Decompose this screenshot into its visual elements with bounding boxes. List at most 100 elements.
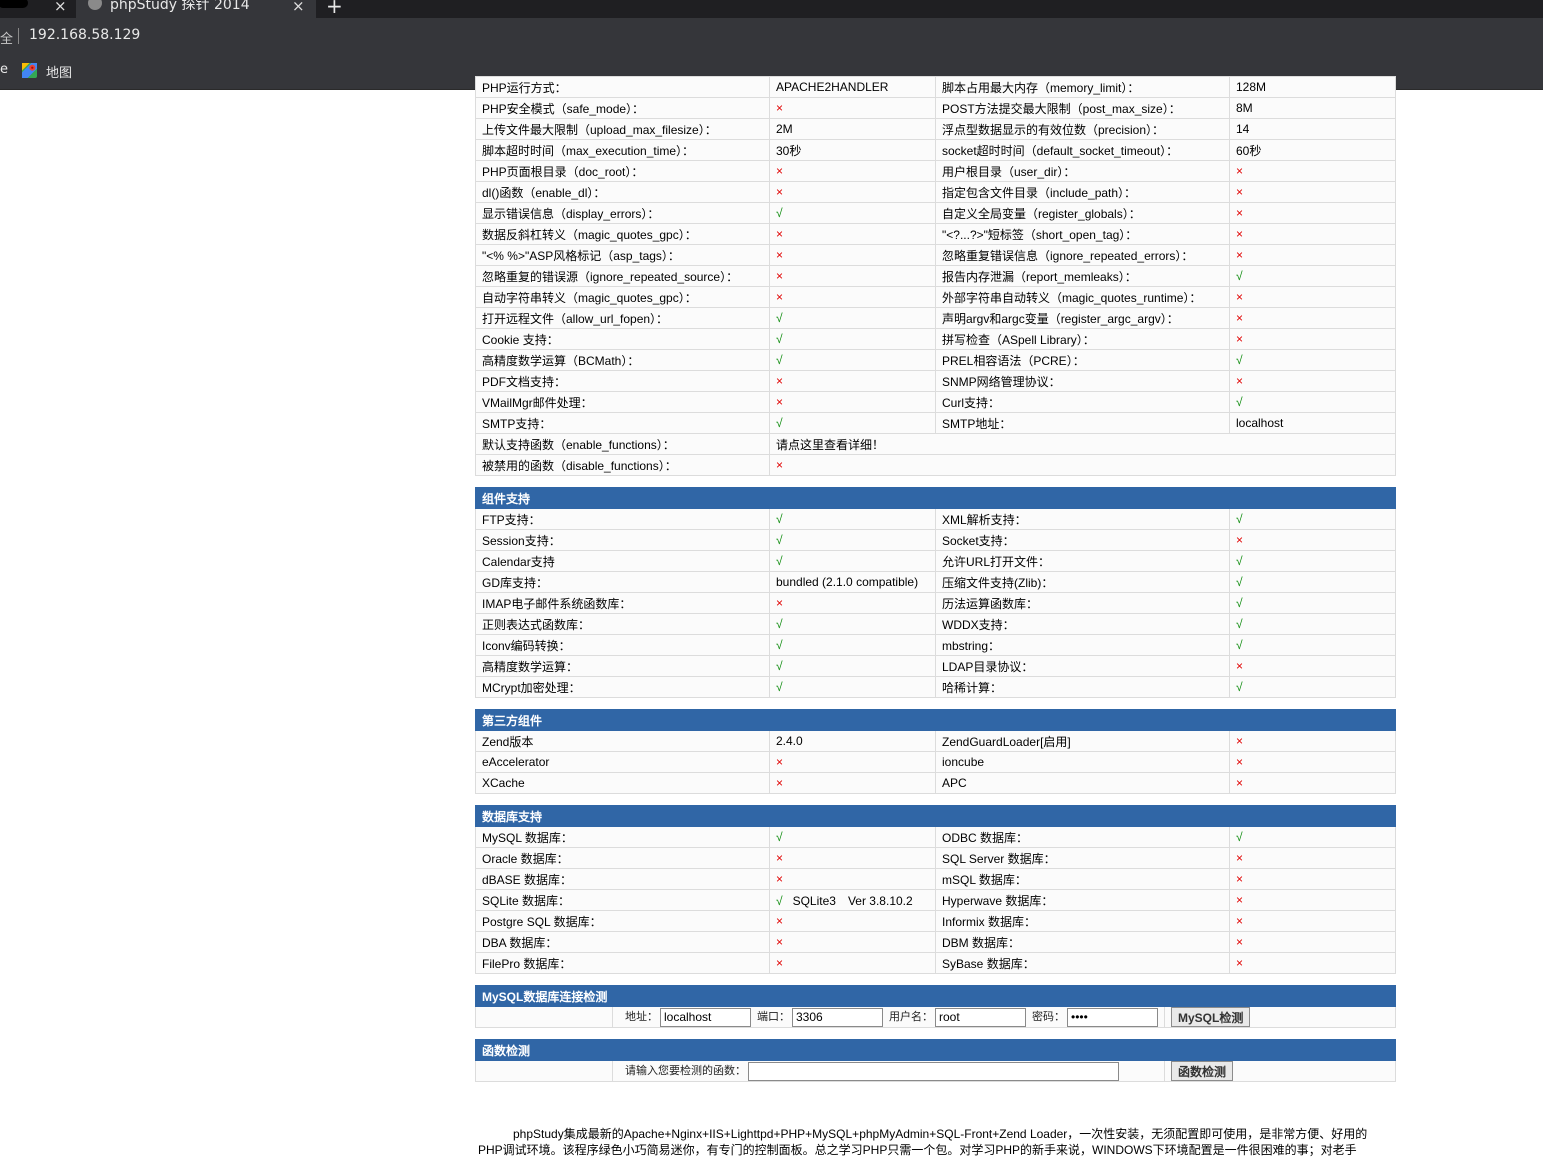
table-row: PHP安全模式（safe_mode）： × POST方法提交最大限制（post_ma… [475, 97, 1396, 119]
label-cell: MySQL 数据库： [475, 826, 770, 848]
label-cell: 外部字符串自动转义（magic_quotes_runtime）： [935, 286, 1230, 308]
value-cell: √ [1228, 613, 1397, 635]
address-bar[interactable]: 全 192.168.58.129 [0, 18, 1543, 54]
label-cell: 脚本超时时间（max_execution_time）： [475, 139, 770, 161]
function-check-button[interactable]: 函数检测 [1171, 1061, 1234, 1081]
browser-tab-active[interactable]: phpStudy 探针 2014 × [76, 0, 316, 18]
label-cell: IMAP电子邮件系统函数库： [475, 592, 770, 614]
value-cell: × [1228, 529, 1397, 551]
table-row: Session支持： √ Socket支持： × [475, 529, 1397, 551]
label-cell: 高精度数学运算： [475, 655, 770, 677]
label-cell: "<?...?>"短标签（short_open_tag）： [935, 223, 1230, 245]
label-cell: SQL Server 数据库： [935, 847, 1230, 869]
table-row: 高精度数学运算（BCMath）： √ PREL相容语法（PCRE）： √ [475, 349, 1396, 371]
value-cell: √ [1228, 550, 1397, 572]
mysql-check-table: MySQL数据库连接检测 地址： 端口： 用户名： 密码： MySQL检测 [474, 985, 1397, 1028]
table-row: 显示错误信息（display_errors）： √ 自定义全局变量（register… [475, 202, 1396, 224]
label-cell: Calendar支持 [475, 550, 770, 572]
url-text[interactable]: 192.168.58.129 [29, 27, 140, 43]
value-cell: √ [1229, 349, 1396, 371]
section-title-database: 数据库支持 [474, 805, 1397, 827]
label-cell: 脚本占用最大内存（memory_limit）： [935, 76, 1230, 98]
table-row: Postgre SQL 数据库： × Informix 数据库： × [475, 910, 1397, 932]
mysql-check-button[interactable]: MySQL检测 [1171, 1007, 1251, 1027]
value-cell: × [769, 772, 936, 794]
label-cell: PDF文档支持： [475, 370, 770, 392]
label-cell: mbstring： [935, 634, 1230, 656]
table-row: DBA 数据库： × DBM 数据库： × [475, 931, 1397, 953]
divider [18, 28, 19, 44]
label-cell: 正则表达式函数库： [475, 613, 770, 635]
empty-cell [475, 1060, 613, 1082]
label-cell: FilePro 数据库： [475, 952, 770, 974]
value-cell: √ [1229, 391, 1396, 413]
username-input[interactable] [935, 1007, 1026, 1027]
label-cell: 默认支持函数（enable_functions）： [475, 433, 770, 455]
sqlite-version: SQLite3 Ver 3.8.10.2 [792, 893, 913, 908]
label-cell: 用户根目录（user_dir）： [935, 160, 1230, 182]
components-table: 组件支持 FTP支持： √ XML解析支持： √ Session支持： √ Socket支持… [474, 487, 1397, 698]
section-title-mysql-check: MySQL数据库连接检测 [474, 985, 1397, 1007]
maps-icon [22, 63, 37, 78]
host-input[interactable] [660, 1007, 751, 1027]
label-cell: 自定义全局变量（register_globals）： [935, 202, 1230, 224]
bookmark-maps[interactable]: 地图 [46, 62, 72, 81]
table-row: 打开远程文件（allow_url_fopen）： √ 声明argv和argc变量（r… [475, 307, 1396, 329]
new-tab-button[interactable]: + [326, 0, 343, 18]
label-cell: XML解析支持： [935, 508, 1230, 530]
label-cell: Zend版本 [475, 730, 770, 752]
security-indicator[interactable]: 全 [0, 28, 13, 47]
table-row: dBASE 数据库： × mSQL 数据库： × [475, 868, 1397, 890]
value-cell: √ [1228, 826, 1397, 848]
label-cell: 声明argv和argc变量（register_argc_argv）： [935, 307, 1230, 329]
table-row: PHP页面根目录（doc_root）： × 用户根目录（user_dir）： × [475, 160, 1396, 182]
value-cell: × [1229, 160, 1396, 182]
value-cell: × [769, 223, 936, 245]
value-cell: √ [1228, 676, 1397, 698]
value-cell: × [769, 868, 936, 890]
table-row: IMAP电子邮件系统函数库： × 历法运算函数库： √ [475, 592, 1397, 614]
value-cell: bundled (2.1.0 compatible) [769, 571, 936, 593]
port-input[interactable] [792, 1007, 883, 1027]
label-cell: 被禁用的函数（disable_functions）： [475, 454, 770, 476]
php-settings-table: PHP运行方式： APACHE2HANDLER 脚本占用最大内存（memory_li… [475, 76, 1396, 476]
function-input[interactable] [748, 1061, 1119, 1081]
value-cell: √ [769, 676, 936, 698]
value-cell: × [769, 910, 936, 932]
close-tab-icon[interactable]: × [54, 0, 67, 15]
value-cell: × [1228, 910, 1397, 932]
bookmark-item-truncated[interactable]: e [0, 62, 8, 77]
port-label: 端口： [757, 1011, 790, 1024]
browser-tab-previous[interactable]: × [0, 0, 76, 18]
table-row: 自动字符串转义（magic_quotes_gpc）： × 外部字符串自动转义（mag… [475, 286, 1396, 308]
value-cell: √ [769, 613, 936, 635]
value-cell: √ [769, 634, 936, 656]
value-cell: × [1229, 286, 1396, 308]
enable-functions-link[interactable]: 请点这里查看详细！ [769, 433, 1396, 455]
label-cell: VMailMgr邮件处理： [475, 391, 770, 413]
table-row: GD库支持： bundled (2.1.0 compatible) 压缩文件支持(Z… [475, 571, 1397, 593]
close-tab-icon[interactable]: × [292, 0, 305, 15]
value-cell: √ [769, 328, 936, 350]
table-row: SQLite 数据库： √ SQLite3 Ver 3.8.10.2 Hyperwav… [475, 889, 1397, 911]
third-party-table: 第三方组件 Zend版本 2.4.0 ZendGuardLoader[启用] × eAc… [474, 709, 1397, 794]
label-cell: SMTP地址： [935, 412, 1230, 434]
label-cell: Iconv编码转换： [475, 634, 770, 656]
value-cell: × [1228, 931, 1397, 953]
value-cell: √ [769, 202, 936, 224]
password-input[interactable] [1067, 1007, 1158, 1027]
value-cell: 2M [769, 118, 936, 140]
function-prompt: 请输入您要检测的函数： [625, 1065, 746, 1078]
table-row: 正则表达式函数库： √ WDDX支持： √ [475, 613, 1397, 635]
table-row: dl()函数（enable_dl）： × 指定包含文件目录（include_path… [475, 181, 1396, 203]
table-row: FilePro 数据库： × SyBase 数据库： × [475, 952, 1397, 974]
label-cell: LDAP目录协议： [935, 655, 1230, 677]
label-cell: DBA 数据库： [475, 931, 770, 953]
value-cell: × [769, 244, 936, 266]
label-cell: APC [935, 772, 1230, 794]
function-form: 请输入您要检测的函数： [612, 1060, 1165, 1082]
value-cell: × [769, 265, 936, 287]
value-cell: √ [769, 508, 936, 530]
table-row: SMTP支持： √ SMTP地址： localhost [475, 412, 1396, 434]
table-row: Cookie 支持： √ 拼写检查（ASpell Library）： × [475, 328, 1396, 350]
